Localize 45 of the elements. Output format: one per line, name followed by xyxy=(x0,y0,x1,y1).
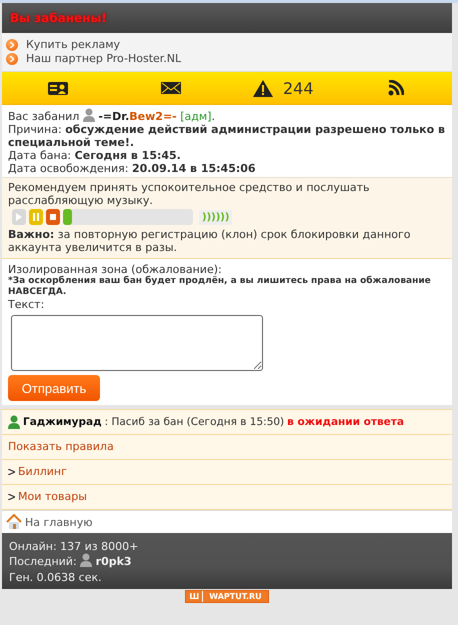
generation-time: Ген. 0.0638 сек. xyxy=(9,571,103,584)
submit-button[interactable]: Отправить xyxy=(8,375,100,401)
stop-icon xyxy=(50,214,56,220)
id-card-icon[interactable] xyxy=(48,82,68,94)
page-title: Вы забанены! xyxy=(10,11,107,25)
pause-icon xyxy=(33,213,39,221)
message-author: Гаджимурад xyxy=(23,416,102,428)
ad-link[interactable]: Наш партнер Pro-Hoster.NL xyxy=(26,52,182,65)
warning-icon[interactable] xyxy=(252,80,273,96)
user-icon xyxy=(80,553,92,567)
admin-link[interactable]: -=Dr.Bew2=- xyxy=(98,110,177,123)
menu-link[interactable]: Показать правила xyxy=(8,440,114,453)
notification-count: 244 xyxy=(282,78,314,98)
appeal-notice: *За оскорбления ваш бан будет продлён, а вы лишитесь права на обжалование НАВСЕГДА. xyxy=(8,276,432,298)
online-count: Онлайн: 137 из 8000+ xyxy=(9,540,140,553)
play-icon xyxy=(16,213,22,221)
last-user-label: Последний: xyxy=(9,555,78,568)
message-status: в ожидании ответа xyxy=(287,416,404,428)
period-text: . xyxy=(211,110,215,123)
bullet-icon xyxy=(6,38,18,50)
message-text: : Пасиб за бан (Сегодня в 15:50) xyxy=(104,416,284,428)
rss-icon[interactable] xyxy=(388,80,404,96)
ban-date: Дата бана: Сегодня в 15:45. xyxy=(8,149,182,162)
user-icon xyxy=(8,415,20,429)
progress-track[interactable] xyxy=(63,209,193,225)
ban-reason: Причина: обсуждение действий администрации разрешено только в специальной теме!. xyxy=(8,123,446,149)
ban-text: Вас забанил xyxy=(8,110,80,123)
stop-button[interactable] xyxy=(46,209,60,225)
warning-text: Важно: за повторную регистрацию (клон) срок блокировки данного аккаунта увеличится в разы. xyxy=(8,228,412,254)
role-label: [адм] xyxy=(180,110,212,123)
home-link[interactable]: На главную xyxy=(2,510,452,533)
menu-link[interactable]: Биллинг xyxy=(18,465,67,478)
home-icon xyxy=(6,514,22,530)
mail-icon[interactable] xyxy=(160,81,182,95)
text-field[interactable] xyxy=(11,315,263,371)
user-icon xyxy=(82,108,95,122)
counter-badge[interactable]: Ш WAPTUT.RU xyxy=(185,590,269,603)
music-text: Рекомендуем принять успокоительное средство и послушать расслабляющую музыку. xyxy=(8,181,371,207)
appeal-title: Изолированная зона (обжалование): xyxy=(8,263,223,276)
last-user-link[interactable]: r0pk3 xyxy=(96,555,132,568)
bullet-icon xyxy=(6,52,18,64)
ad-link[interactable]: Купить рекламу xyxy=(26,38,120,51)
menu-link[interactable]: Мои товары xyxy=(18,490,87,503)
field-label: Текст: xyxy=(8,298,46,311)
release-date: Дата освобождения: 20.09.14 в 15:45:06 xyxy=(8,162,257,175)
